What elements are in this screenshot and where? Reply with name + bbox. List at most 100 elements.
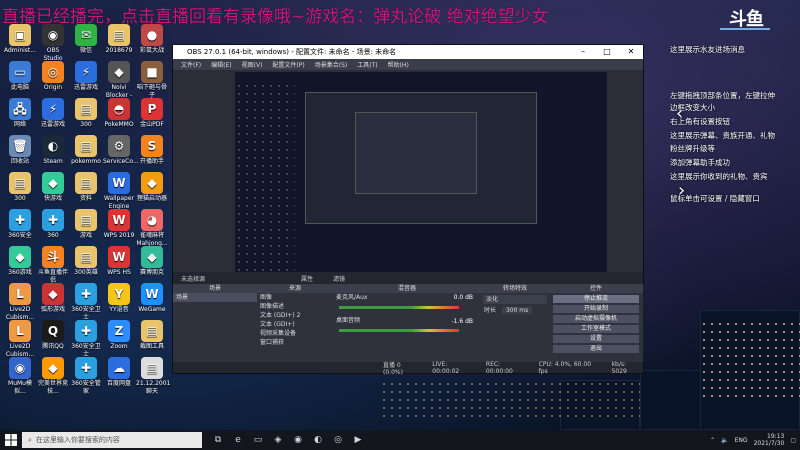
desktop-icon[interactable]: ✚ 360 [37,209,69,240]
studio-mode-button[interactable]: 工作室模式 [553,325,639,333]
desktop-icon[interactable]: ◆ 赛博朋克 [136,246,168,277]
desktop-icon[interactable]: ◆ 360游戏 [4,246,36,277]
minimize-button[interactable]: – [571,45,595,59]
volume-icon[interactable]: 🔈 [721,437,728,444]
desktop-icon[interactable]: ◆ 完美世界竞技... [37,357,69,396]
desktop-icon[interactable]: ◆ 弧形游戏 [37,283,69,314]
player-icon[interactable]: ▶ [348,430,368,450]
desktop-icon[interactable]: P 金山PDF [136,98,168,129]
desktop-icon[interactable]: ⚙ ServiceCo... [103,135,139,166]
desktop-icon[interactable]: ▤ 300 [70,98,102,129]
desktop-icon[interactable]: ✚ 360安全卫士 [70,320,102,359]
desktop-icon[interactable]: ◓ PokeMMO [103,98,135,129]
transition-select[interactable]: 淡化 [483,295,547,304]
menu-item[interactable]: 工具(T) [357,60,377,69]
desktop-icon[interactable]: ☁ 百度网盘 [103,357,135,388]
menu-item[interactable]: 视图(V) [242,60,263,69]
desktop-icon[interactable]: W WeGame [136,283,168,314]
desktop-icon[interactable]: ▤ 资料 [70,172,102,203]
menu-item[interactable]: 编辑(E) [211,60,231,69]
close-button[interactable]: ✕ [619,45,643,59]
desktop-icon[interactable]: Q 腾讯QQ [37,320,69,351]
steam-icon[interactable]: ◐ [308,430,328,450]
desktop-icon[interactable]: ◉ MuMu模拟... [4,357,36,396]
start-button[interactable] [0,430,22,450]
desktop-icon[interactable]: ⚡ 迅雷游戏 [37,98,69,129]
source-item[interactable]: 文本 (GDI+) 2 [257,311,333,320]
taskbar-search[interactable]: ⌕ 在这里输入你要搜索的内容 [22,432,202,448]
desktop-icon[interactable]: W WPS 2019 [103,209,135,240]
language-indicator[interactable]: ENG [735,437,748,444]
desktop-icon[interactable]: ▤ pokemmo [70,135,102,166]
desktop-icon[interactable]: ✚ 360安全管家 [70,357,102,396]
scene-item[interactable]: 场景 [173,293,257,302]
properties-button[interactable]: 属性 [301,274,313,283]
chevron-left-icon[interactable]: ‹ [676,103,683,124]
menu-item[interactable]: 文件(F) [181,60,201,69]
menu-item[interactable]: 配置文件(P) [272,60,304,69]
menu-item[interactable]: 场景集合(S) [315,60,348,69]
app-icon: L [9,320,31,342]
notification-icon[interactable]: ▢ [790,437,796,444]
desktop-icon[interactable]: ◉ OBS Studio [37,24,69,63]
desktop-icon[interactable]: ⚡ 迅雷游戏 [70,61,102,92]
start-recording-button[interactable]: 开始录制 [553,305,639,313]
source-item[interactable]: 图像描述 [257,302,333,311]
stop-stream-button[interactable]: 停止推流 [553,295,639,303]
store-icon[interactable]: ◈ [268,430,288,450]
desktop-icon[interactable]: S 开播助手 [136,135,168,166]
menu-item[interactable]: 帮助(H) [388,60,409,69]
desktop-icon[interactable]: L Live2D Cubism... [4,320,36,359]
chrome-icon[interactable]: ◎ [328,430,348,450]
desktop-icon[interactable]: W WPS HS [103,246,135,277]
danmaku-panel[interactable]: 这里展示水友进场消息 左键拖拽顶部条位置，左键拉伸 边框改变大小 右上角有设置按… [670,40,790,250]
clock[interactable]: 19:13 2021/7/30 [754,433,785,447]
desktop-icon-label: 快游戏 [43,195,62,202]
source-item[interactable]: 图像 [257,293,333,302]
tray-chevron-icon[interactable]: ⌃ [710,437,715,444]
virtual-camera-button[interactable]: 启动虚拟摄像机 [553,315,639,323]
desktop-icon[interactable]: ■ 咱下砸与骨子 [136,61,168,100]
source-item[interactable]: 视频采集设备 [257,329,333,338]
chevron-right-icon[interactable]: › [678,180,685,201]
edge-icon[interactable]: e [228,430,248,450]
source-item[interactable]: 文本 (GDI+) [257,320,333,329]
desktop-icon[interactable]: ✚ 360安全卫士 [70,283,102,322]
desktop-icon[interactable]: ✚ 360安全 [4,209,36,240]
desktop-icon[interactable]: ◐ Steam [37,135,69,166]
obs-window[interactable]: OBS 27.0.1 (64-bit, windows) - 配置文件: 未命名… [172,44,644,376]
preview-canvas[interactable] [235,72,607,272]
desktop-icon[interactable]: ◆ 快游戏 [37,172,69,203]
desktop-icon[interactable]: 🗑 回收站 [4,135,36,166]
obs-title-bar[interactable]: OBS 27.0.1 (64-bit, windows) - 配置文件: 未命名… [173,45,643,59]
desktop-icon[interactable]: 斗斗鱼直播伴侣 [37,246,69,285]
source-item[interactable]: 窗口捕获 [257,338,333,347]
desktop-icon[interactable]: ▤ 游戏 [70,209,102,240]
obs-icon[interactable]: ◉ [288,430,308,450]
desktop-icon[interactable]: 🖧 网络 [4,98,36,129]
desktop-icon[interactable]: L Live2D Cubism... [4,283,36,322]
desktop-icon[interactable]: Y YY语音 [103,283,135,314]
desktop-icon[interactable]: ◆ 狸猫启动器 [136,172,168,203]
desktop-icon[interactable]: ◕ 雀魂麻将 Mahjong... [136,209,168,248]
maximize-button[interactable]: □ [595,45,619,59]
task-view-icon[interactable]: ⧉ [208,430,228,450]
obs-menu-bar: 文件(F) 编辑(E) 视图(V) 配置文件(P) 场景集合(S) 工具(T) 帮助(H) [173,59,643,70]
exit-button[interactable]: 退出 [553,345,639,353]
desktop-icon[interactable]: ▤ 截图工具 [136,320,168,351]
desktop-icon[interactable]: Z Zoom [103,320,135,351]
desktop-icon[interactable]: ◎ Origin [37,61,69,92]
filters-button[interactable]: 滤镜 [333,274,345,283]
desktop-icon[interactable]: ▤ 300 [4,172,36,203]
desktop-icon[interactable]: ▤ 300英雄 [70,246,102,277]
settings-button[interactable]: 设置 [553,335,639,343]
desktop-icon[interactable]: ✉ 微信 [70,24,102,55]
desktop-icon[interactable]: W Wallpaper Engine [103,172,135,211]
desktop-icon[interactable]: ▣ Administ... [4,24,36,55]
duration-input[interactable]: 300 ms [501,307,533,314]
desktop-icon[interactable]: ● 彩鼠大战 [136,24,168,55]
desktop-icon[interactable]: ▤ 2018679 [103,24,135,55]
desktop-icon[interactable]: ▭ 此电脑 [4,61,36,92]
file-explorer-icon[interactable]: ▭ [248,430,268,450]
desktop-icon[interactable]: ▤ 21.12.2001 聊天 [136,357,170,396]
